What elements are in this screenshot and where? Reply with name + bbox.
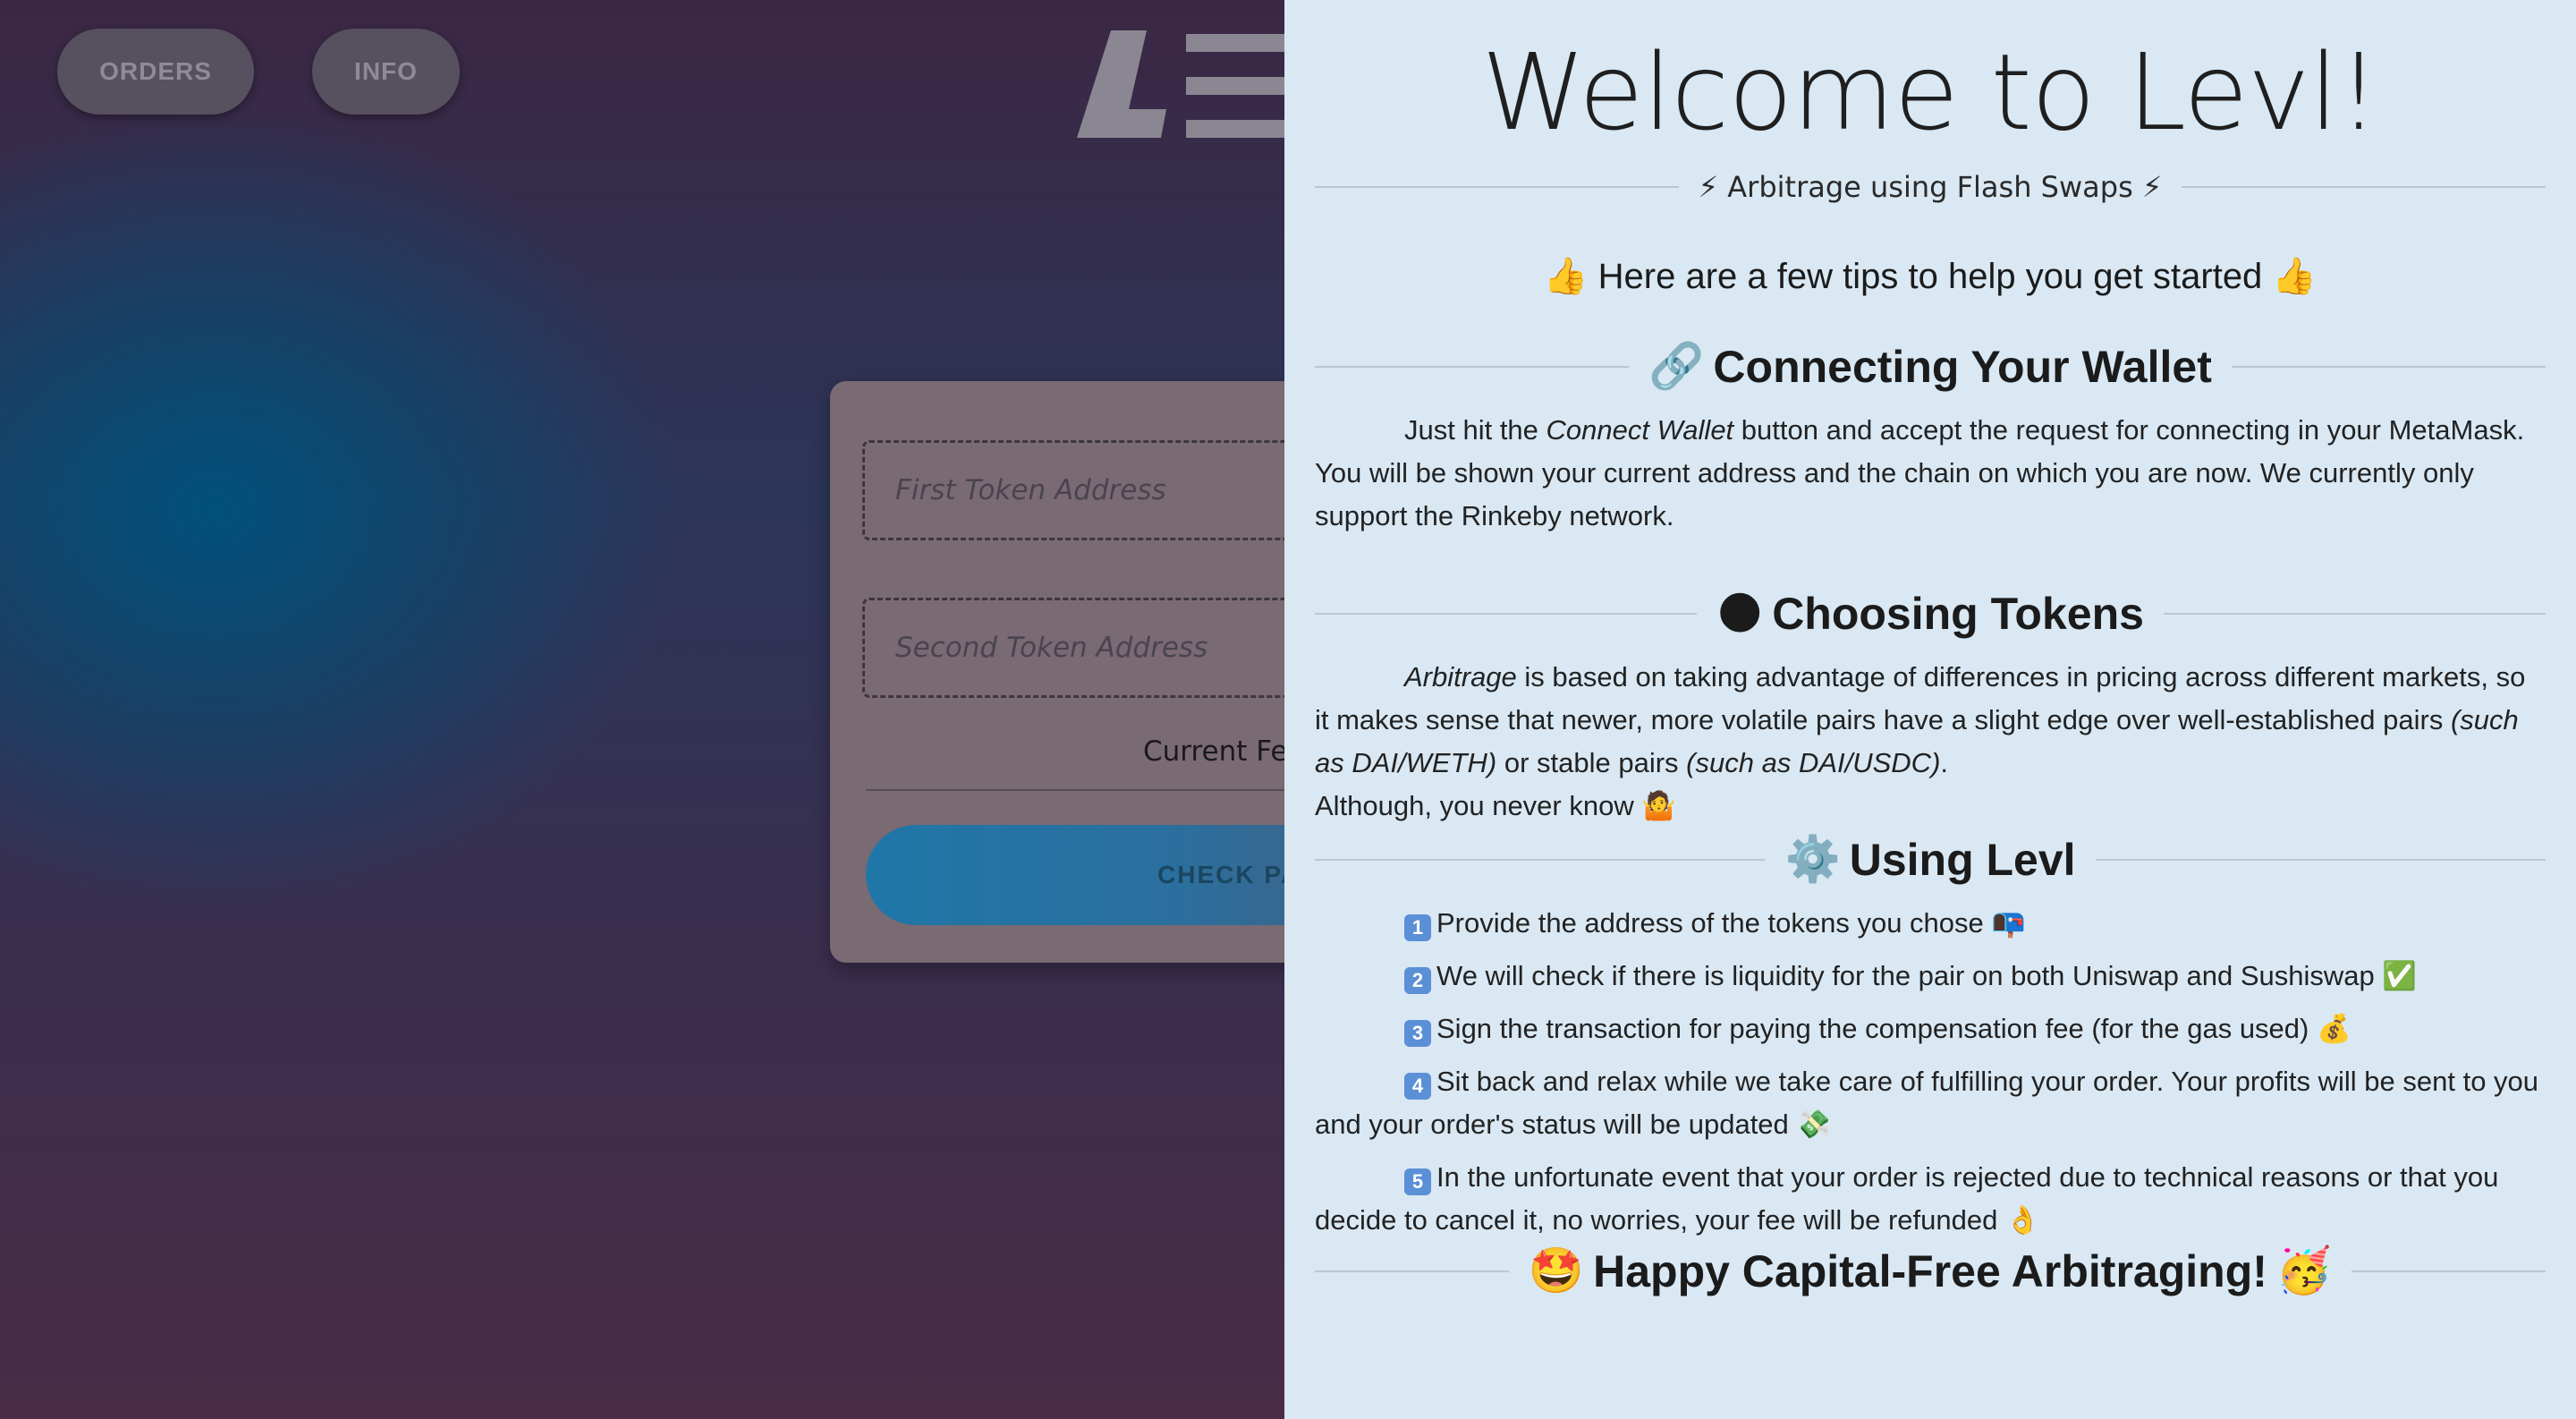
- happy-heading: Happy Capital-Free Arbitraging!: [1593, 1245, 2267, 1296]
- party-face-icon: 🥳: [2275, 1245, 2333, 1296]
- happy-section-header: 🤩 Happy Capital-Free Arbitraging! 🥳: [1315, 1245, 2546, 1297]
- subtitle-divider: ⚡ Arbitrage using Flash Swaps ⚡: [1315, 170, 2546, 204]
- step-item: 4 Sit back and relax while we take care o…: [1315, 1066, 2539, 1140]
- number-3-icon: 3: [1404, 1020, 1431, 1047]
- moon-icon: 🌑: [1716, 588, 1764, 640]
- number-2-icon: 2: [1404, 967, 1431, 994]
- tokens-section-header: 🌑 Choosing Tokens: [1315, 588, 2546, 640]
- wallet-paragraph: Just hit the Connect Wallet button and a…: [1315, 414, 2525, 531]
- using-section-header: ⚙️ Using Levl: [1315, 833, 2546, 886]
- tips-heading: 👍 Here are a few tips to help you get st…: [1543, 257, 2318, 296]
- number-4-icon: 4: [1404, 1073, 1431, 1100]
- levl-logo: [1077, 30, 1284, 138]
- drawer-title: Welcome to Levl!: [1481, 30, 2379, 154]
- step-item: 2 We will check if there is liquidity for…: [1315, 955, 2546, 998]
- first-token-input[interactable]: [862, 440, 1327, 540]
- current-fee-label: Current Fe: [1143, 735, 1288, 768]
- number-1-icon: 1: [1404, 914, 1431, 941]
- token-form-card: Current Fe CHECK PA: [830, 381, 1367, 963]
- form-divider: [866, 789, 1331, 791]
- connect-wallet-emphasis: Connect Wallet: [1546, 414, 1734, 446]
- star-struck-icon: 🤩: [1528, 1245, 1585, 1296]
- using-heading: Using Levl: [1849, 834, 2076, 885]
- link-icon: 🔗: [1648, 340, 1705, 392]
- info-button[interactable]: INFO: [312, 29, 460, 115]
- gear-icon: ⚙️: [1784, 833, 1841, 885]
- drawer-subtitle: ⚡ Arbitrage using Flash Swaps ⚡: [1698, 170, 2163, 204]
- step-item: 3 Sign the transaction for paying the com…: [1315, 1007, 2546, 1050]
- step-item: 5 In the unfortunate event that your orde…: [1315, 1161, 2499, 1236]
- number-5-icon: 5: [1404, 1168, 1431, 1195]
- wallet-heading: Connecting Your Wallet: [1713, 341, 2212, 392]
- tokens-paragraph: Arbitrage is based on taking advantage o…: [1315, 661, 2526, 778]
- second-token-input[interactable]: [862, 598, 1327, 698]
- tokens-heading: Choosing Tokens: [1772, 589, 2144, 639]
- steps-list: 1 Provide the address of the tokens you c…: [1315, 902, 2546, 1242]
- info-drawer: Welcome to Levl! ⚡ Arbitrage using Flash…: [1284, 0, 2576, 1419]
- orders-button[interactable]: ORDERS: [57, 29, 254, 115]
- wallet-section-header: 🔗 Connecting Your Wallet: [1315, 340, 2546, 393]
- tokens-note: Although, you never know 🤷: [1315, 790, 1676, 821]
- step-item: 1 Provide the address of the tokens you c…: [1315, 902, 2546, 945]
